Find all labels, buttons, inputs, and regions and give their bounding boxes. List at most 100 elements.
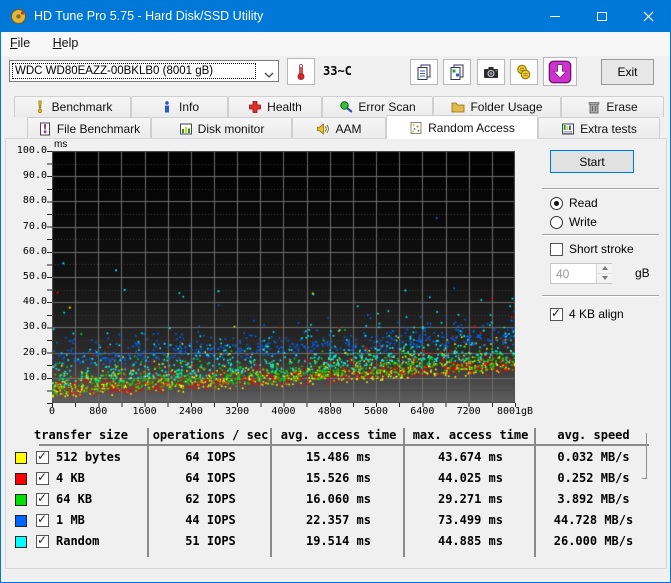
table-row: Random 51 IOPS 19.514 ms 44.885 ms 26.00…: [1, 533, 670, 551]
temperature-readout: 33~C: [323, 64, 352, 78]
series-checkbox[interactable]: [36, 451, 49, 464]
y-tick-label: 20.0: [9, 347, 47, 358]
scatter-canvas: [52, 151, 515, 403]
tab-label: Random Access: [428, 121, 515, 135]
series-checkbox[interactable]: [36, 493, 49, 506]
y-tick-label: 10.0: [9, 372, 47, 383]
series-color-swatch: [15, 536, 27, 548]
avg-speed-value: 0.032 MB/s: [536, 450, 651, 464]
avg-speed-value: 44.728 MB/s: [536, 513, 651, 527]
x-tick-label: 1600: [133, 406, 157, 417]
maximize-button[interactable]: [579, 1, 625, 32]
tab-label: Extra tests: [580, 122, 637, 136]
copy-text-icon: [415, 63, 433, 81]
tab-extra-tests[interactable]: Extra tests: [538, 117, 660, 139]
tab-file-benchmark[interactable]: File Benchmark: [27, 117, 151, 139]
menu-bar: File Help: [1, 32, 670, 56]
y-tick-label: 30.0: [9, 321, 47, 332]
y-tick-label: 70.0: [9, 221, 47, 232]
write-radio-row[interactable]: Write: [550, 215, 597, 229]
col-header-transfer-size: transfer size: [13, 428, 149, 442]
app-window: HD Tune Pro 5.75 - Hard Disk/SSD Utility…: [0, 0, 671, 583]
tab-aam[interactable]: AAM: [292, 117, 386, 139]
erase-icon: [587, 100, 601, 114]
iops-value: 62 IOPS: [149, 492, 272, 506]
drive-select[interactable]: WDC WD80EAZZ-00BKLB0 (8001 gB): [9, 60, 279, 82]
series-label: 4 KB: [56, 471, 85, 485]
iops-value: 44 IOPS: [149, 513, 272, 527]
short-stroke-row[interactable]: Short stroke: [550, 242, 634, 256]
copy-image-button[interactable]: [443, 59, 471, 85]
tab-random-access[interactable]: Random Access: [386, 115, 538, 139]
col-header-max-access: max. access time: [405, 428, 536, 442]
iops-value: 64 IOPS: [149, 450, 272, 464]
max-access-value: 43.674 ms: [405, 450, 536, 464]
tab-label: Disk monitor: [198, 122, 265, 136]
screenshot-button[interactable]: [477, 59, 505, 85]
series-label: 512 bytes: [56, 450, 121, 464]
tab-health[interactable]: Health: [228, 96, 322, 117]
menu-help[interactable]: Help: [44, 32, 88, 54]
tab-label: Info: [179, 100, 199, 114]
avg-access-value: 16.060 ms: [272, 492, 405, 506]
series-checkbox[interactable]: [36, 535, 49, 548]
read-label: Read: [569, 196, 598, 210]
y-tick-label: 100.0: [9, 145, 47, 156]
series-color-swatch: [15, 494, 27, 506]
series-checkbox[interactable]: [36, 514, 49, 527]
arrow-down-icon: [602, 276, 608, 280]
title-bar: HD Tune Pro 5.75 - Hard Disk/SSD Utility: [1, 1, 670, 32]
health-icon: [248, 100, 262, 114]
tab-disk-monitor[interactable]: Disk monitor: [151, 117, 292, 139]
write-radio[interactable]: [550, 216, 563, 229]
tab-benchmark[interactable]: Benchmark: [14, 96, 131, 117]
minimize-button[interactable]: [532, 1, 578, 32]
y-tick-label: 50.0: [9, 271, 47, 282]
align-checkbox[interactable]: [550, 308, 563, 321]
coins-icon: [515, 63, 533, 81]
y-tick-label: 80.0: [9, 195, 47, 206]
series-checkbox[interactable]: [36, 472, 49, 485]
app-icon: [10, 8, 27, 25]
read-radio-row[interactable]: Read: [550, 196, 598, 210]
purchase-button[interactable]: [510, 59, 538, 85]
short-stroke-label: Short stroke: [569, 242, 634, 256]
tab-label: Erase: [606, 100, 637, 114]
exit-button[interactable]: Exit: [601, 59, 654, 85]
table-row: 4 KB 64 IOPS 15.526 ms 44.025 ms 0.252 M…: [1, 470, 670, 488]
series-color-swatch: [15, 452, 27, 464]
spinner-down-button[interactable]: [597, 274, 612, 284]
spinner-buttons: [596, 264, 611, 283]
minimize-icon: [550, 16, 560, 17]
short-stroke-checkbox[interactable]: [550, 243, 563, 256]
x-tick-label: 4800: [318, 406, 342, 417]
align-row[interactable]: 4 KB align: [550, 307, 624, 321]
col-header-avg-speed: avg. speed: [536, 428, 651, 442]
save-button[interactable]: [543, 57, 577, 86]
series-color-swatch: [15, 515, 27, 527]
tab-erase[interactable]: Erase: [561, 96, 664, 117]
speaker-icon: [316, 122, 330, 136]
menu-file[interactable]: File: [1, 32, 39, 54]
short-stroke-size-value: 40: [556, 267, 569, 281]
short-stroke-size-input[interactable]: 40: [550, 263, 612, 284]
read-radio[interactable]: [550, 197, 563, 210]
tab-folder-usage[interactable]: Folder Usage: [433, 96, 561, 117]
x-tick-label: 800: [89, 406, 107, 417]
avg-access-value: 15.526 ms: [272, 471, 405, 485]
error-scan-icon: [339, 100, 353, 114]
start-button[interactable]: Start: [550, 150, 634, 173]
tab-info[interactable]: Info: [131, 96, 228, 117]
spinner-up-button[interactable]: [597, 264, 612, 274]
temperature-button[interactable]: [287, 58, 315, 85]
copy-text-button[interactable]: [410, 59, 438, 85]
tab-error-scan[interactable]: Error Scan: [322, 96, 433, 117]
table-row: 1 MB 44 IOPS 22.357 ms 73.499 ms 44.728 …: [1, 512, 670, 530]
iops-value: 64 IOPS: [149, 471, 272, 485]
tab-label: Error Scan: [358, 100, 415, 114]
close-button[interactable]: [625, 1, 671, 32]
series-label: 64 KB: [56, 492, 92, 506]
separator: [542, 188, 659, 190]
tab-label: AAM: [335, 122, 361, 136]
series-label: 1 MB: [56, 513, 85, 527]
